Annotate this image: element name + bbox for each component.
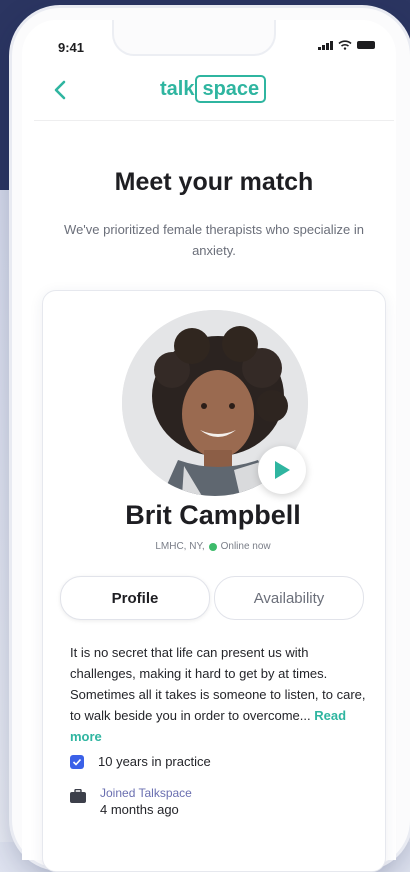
battery-icon [357,41,375,49]
back-chevron-icon[interactable] [50,78,70,102]
nav-divider [34,120,394,121]
experience-text: 10 years in practice [98,754,211,769]
suitcase-icon [70,789,86,803]
experience-row: 10 years in practice [70,754,211,769]
joined-row: Joined Talkspace 4 months ago [70,786,192,818]
signal-icon [318,40,333,50]
joined-text: Joined Talkspace 4 months ago [100,786,192,818]
joined-label: Joined Talkspace [100,786,192,800]
wifi-icon [338,40,352,50]
therapist-credentials: LMHC, NY, Online now [42,541,384,552]
checkbox-icon [70,755,84,769]
status-time: 9:41 [58,40,85,55]
therapist-bio: It is no secret that life can present us… [70,642,366,747]
play-icon [275,461,290,479]
talkspace-logo: talk space [160,74,267,104]
logo-text-boxed: space [195,75,267,103]
tab-availability[interactable]: Availability [214,576,364,620]
therapist-name: Brit Campbell [125,500,301,530]
joined-value: 4 months ago [100,802,179,817]
tab-profile[interactable]: Profile [60,576,210,620]
online-status-text: Online now [220,541,271,552]
page-subtitle: We've prioritized female therapists who … [64,222,364,258]
online-status-dot [208,542,217,551]
page-title: Meet your match [114,168,314,196]
play-video-button[interactable] [258,446,306,494]
logo-text-left: talk [160,77,195,100]
credentials-text: LMHC, NY, [155,541,205,552]
phone-notch [112,20,276,56]
status-icons [318,40,375,50]
